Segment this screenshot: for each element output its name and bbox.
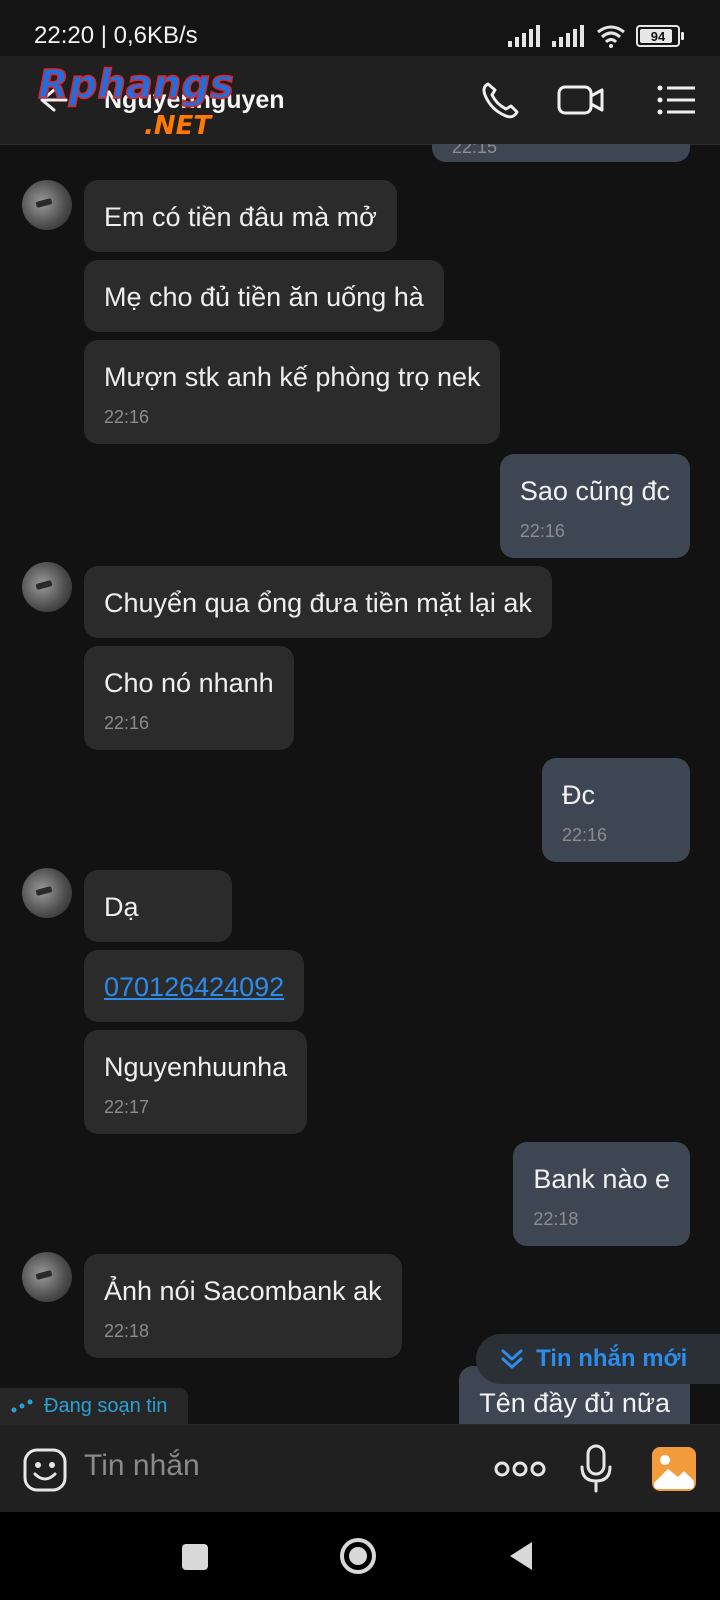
contact-avatar[interactable]	[22, 180, 72, 230]
system-nav-bar	[0, 1512, 720, 1600]
more-dots-icon[interactable]	[494, 1457, 546, 1481]
contact-avatar[interactable]	[22, 562, 72, 612]
message-incoming[interactable]: Em có tiền đâu mà mở	[84, 180, 397, 252]
message-text: Ảnh nói Sacombank ak	[104, 1276, 382, 1306]
message-time: 22:18	[533, 1209, 579, 1229]
message-text: Em có tiền đâu mà mở	[104, 202, 377, 232]
message-outgoing[interactable]: Sao cũng đc 22:16	[499, 454, 690, 558]
message-input[interactable]: Tin nhắn	[84, 1449, 200, 1483]
message-text: Cho nó nhanh	[104, 668, 274, 698]
square-recents-icon[interactable]	[180, 1542, 210, 1572]
message-text: Nguyenhuunha	[104, 1052, 288, 1082]
circle-home-icon[interactable]	[338, 1536, 378, 1576]
message-incoming[interactable]: Dạ	[84, 870, 232, 942]
message-incoming[interactable]: Mẹ cho đủ tiền ăn uống hà	[84, 260, 444, 332]
message-time: 22:16	[104, 407, 150, 427]
message-text: Đc	[562, 780, 595, 810]
new-messages-label: Tin nhắn mới	[536, 1345, 688, 1372]
message-incoming[interactable]: Chuyển qua ổng đưa tiền mặt lại ak	[84, 566, 552, 638]
triangle-back-icon[interactable]	[506, 1540, 536, 1572]
phone-icon[interactable]	[478, 78, 522, 122]
battery-level: 94	[650, 28, 666, 44]
message-input-bar: Tin nhắn	[0, 1424, 720, 1513]
contact-avatar[interactable]	[22, 868, 72, 918]
new-messages-button[interactable]: Tin nhắn mới	[476, 1334, 720, 1384]
message-time: 22:16	[104, 713, 150, 733]
message-bubble-partial[interactable]: 22:15	[432, 144, 690, 162]
message-incoming[interactable]: Mượn stk anh kế phòng trọ nek 22:16	[84, 340, 501, 444]
video-camera-icon[interactable]	[556, 78, 606, 122]
signal-icon-2	[552, 25, 584, 47]
status-bar: 22:20 | 0,6KB/s 94	[0, 0, 720, 56]
gallery-icon[interactable]	[650, 1445, 698, 1493]
message-outgoing[interactable]: Bank nào e 22:18	[513, 1142, 690, 1246]
contact-avatar[interactable]	[22, 1252, 72, 1302]
message-text: Bank nào e	[533, 1164, 670, 1194]
watermark-sub-text: .NET	[144, 111, 213, 138]
watermark-logo: Rphangs .NET	[37, 61, 234, 138]
battery-icon: 94	[636, 25, 684, 47]
message-incoming[interactable]: Ảnh nói Sacombank ak 22:18	[84, 1254, 402, 1358]
status-time-speed: 22:20 | 0,6KB/s	[34, 22, 198, 49]
message-time: 22:15	[452, 144, 498, 157]
message-time: 22:17	[104, 1097, 150, 1117]
message-text: Dạ	[104, 892, 139, 922]
message-text: Sao cũng đc	[519, 476, 670, 506]
signal-icon	[508, 25, 540, 47]
typing-indicator: Đang soạn tin	[0, 1388, 188, 1424]
message-text: Mẹ cho đủ tiền ăn uống hà	[104, 282, 424, 312]
typing-label: Đang soạn tin	[44, 1394, 168, 1417]
message-text: Mượn stk anh kế phòng trọ nek	[104, 362, 481, 392]
chat-header: Nguyennguyen Rphangs .NET	[0, 56, 720, 145]
chat-area[interactable]: 22:15 Em có tiền đâu mà mở Mẹ cho đủ tiề…	[0, 144, 720, 1424]
message-incoming[interactable]: Nguyenhuunha 22:17	[84, 1030, 308, 1134]
wifi-icon	[597, 25, 625, 48]
message-time: 22:18	[104, 1321, 150, 1341]
message-incoming-link[interactable]: 070126424092	[84, 950, 305, 1022]
message-time: 22:16	[562, 825, 608, 845]
double-chevron-down-icon	[501, 1349, 523, 1369]
status-icons: 94	[508, 24, 684, 48]
account-number-link[interactable]: 070126424092	[84, 950, 304, 1022]
watermark-main-text: Rphangs	[38, 62, 234, 108]
message-outgoing[interactable]: Đc 22:16	[542, 758, 690, 862]
typing-dots-icon	[11, 1399, 33, 1413]
microphone-icon[interactable]	[578, 1443, 614, 1495]
message-incoming[interactable]: Cho nó nhanh 22:16	[84, 646, 294, 750]
message-text: Chuyển qua ổng đưa tiền mặt lại ak	[104, 588, 532, 618]
emoji-icon[interactable]	[22, 1447, 68, 1493]
list-menu-icon[interactable]	[654, 78, 698, 122]
message-time: 22:16	[519, 521, 565, 541]
